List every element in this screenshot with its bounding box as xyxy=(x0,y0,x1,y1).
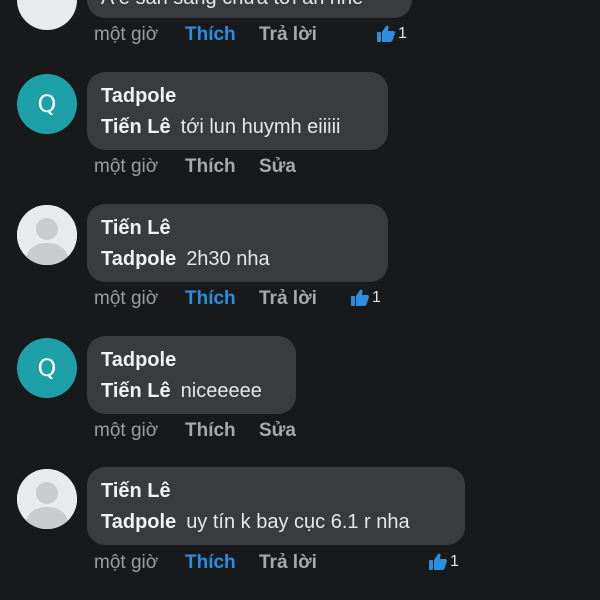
comment-text: Tiến Lê niceeeee xyxy=(101,379,282,403)
mention-tag[interactable]: Tadpole xyxy=(101,248,176,270)
comment-body: tới lun huymh eiiiii xyxy=(180,116,341,138)
like-button[interactable]: Thích xyxy=(185,420,236,442)
reaction-number: 1 xyxy=(398,25,407,42)
comment-author[interactable]: Tadpole xyxy=(101,84,374,108)
like-button[interactable]: Thích xyxy=(185,156,236,178)
reply-button[interactable]: Trả lời xyxy=(259,288,317,310)
like-button[interactable]: Thích xyxy=(185,24,236,46)
comment-time: một giờ xyxy=(94,24,159,45)
reply-button[interactable]: Trả lời xyxy=(259,552,317,574)
mention-tag[interactable]: Tiến Lê xyxy=(101,380,171,402)
like-button[interactable]: Thích xyxy=(185,288,236,310)
reaction-count[interactable]: 1 xyxy=(428,552,459,572)
comment-time: một giờ xyxy=(94,156,159,177)
comment-time: một giờ xyxy=(94,288,159,309)
comment-bubble[interactable]: Tiến Lê Tadpole uy tín k bay cục 6.1 r nh… xyxy=(87,467,465,545)
comment-actions: một giờ Thích Sửa xyxy=(94,420,494,450)
avatar[interactable]: Q xyxy=(17,74,77,134)
comment-bubble[interactable]: Tadpole Tiến Lê niceeeee xyxy=(87,336,296,414)
reaction-number: 1 xyxy=(372,289,381,306)
reaction-count[interactable]: 1 xyxy=(376,24,407,44)
avatar[interactable] xyxy=(17,469,77,529)
mention-tag[interactable]: Tadpole xyxy=(101,511,176,533)
comment-actions: một giờ Thích Sửa xyxy=(94,156,494,186)
comment-time: một giờ xyxy=(94,420,159,441)
reply-button[interactable]: Trả lời xyxy=(259,24,317,46)
comment-actions: một giờ Thích Trả lời 1 xyxy=(94,288,494,318)
comment-author[interactable]: Tiến Lê xyxy=(101,479,451,503)
comment-author[interactable]: Tiến Lê xyxy=(101,216,374,240)
like-button[interactable]: Thích xyxy=(185,552,236,574)
avatar[interactable] xyxy=(17,0,77,30)
comment-text: Tiến Lê tới lun huymh eiiiii xyxy=(101,115,374,139)
edit-button[interactable]: Sửa xyxy=(259,420,296,442)
comment-time: một giờ xyxy=(94,552,159,573)
comment-text: A ê sẵn sàng chưa tới ăn nhé xyxy=(101,0,398,10)
avatar-initial: Q xyxy=(37,90,57,118)
comment-text: Tadpole 2h30 nha xyxy=(101,247,374,271)
reaction-count[interactable]: 1 xyxy=(350,288,381,308)
avatar[interactable] xyxy=(17,205,77,265)
avatar-initial: Q xyxy=(37,354,57,382)
edit-button[interactable]: Sửa xyxy=(259,156,296,178)
comment-body: uy tín k bay cục 6.1 r nha xyxy=(186,511,410,533)
comment-actions: một giờ Thích Trả lời 1 xyxy=(94,24,494,54)
comment-bubble[interactable]: A ê sẵn sàng chưa tới ăn nhé xyxy=(87,0,412,18)
comment-actions: một giờ Thích Trả lời 1 xyxy=(94,552,494,582)
default-profile-icon xyxy=(17,469,77,529)
reaction-number: 1 xyxy=(450,553,459,570)
comment-author[interactable]: Tadpole xyxy=(101,348,282,372)
default-profile-icon xyxy=(17,205,77,265)
thumbs-up-icon xyxy=(351,289,369,306)
thumbs-up-icon xyxy=(429,553,447,570)
thumbs-up-icon xyxy=(377,25,395,42)
comment-bubble[interactable]: Tiến Lê Tadpole 2h30 nha xyxy=(87,204,388,282)
mention-tag[interactable]: Tiến Lê xyxy=(101,116,171,138)
comment-body: 2h30 nha xyxy=(186,248,270,270)
comment-text: Tadpole uy tín k bay cục 6.1 r nha xyxy=(101,510,451,534)
comment-bubble[interactable]: Tadpole Tiến Lê tới lun huymh eiiiii xyxy=(87,72,388,150)
avatar[interactable]: Q xyxy=(17,338,77,398)
comment-body: niceeeee xyxy=(180,380,262,402)
